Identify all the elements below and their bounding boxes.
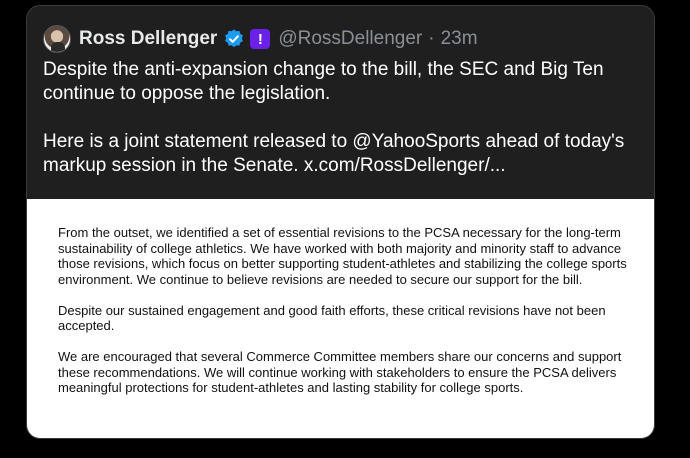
yahoo-sports-badge-icon[interactable]: !: [250, 29, 271, 49]
statement-text: From the outset, we identified a set of …: [58, 225, 633, 396]
tweet-link[interactable]: x.com/RossDellenger/...: [304, 155, 506, 176]
tweet-text: Despite the anti-expansion change to the…: [43, 58, 643, 178]
statement-paragraph-2: Despite our sustained engagement and goo…: [58, 302, 606, 334]
separator-dot: ·: [428, 28, 435, 49]
statement-image[interactable]: From the outset, we identified a set of …: [27, 199, 654, 438]
handle[interactable]: @RossDellenger: [278, 28, 422, 50]
verified-badge-icon: [225, 29, 244, 48]
statement-paragraph-1: From the outset, we identified a set of …: [58, 225, 627, 287]
display-name[interactable]: Ross Dellenger: [79, 28, 217, 50]
tweet-paragraph-2: Here is a joint statement released to @Y…: [43, 130, 643, 178]
statement-paragraph-3: We are encouraged that several Commerce …: [58, 349, 622, 395]
tweet-header: Ross Dellenger ! @RossDellenger · 23m: [43, 22, 478, 56]
tweet-card[interactable]: Ross Dellenger ! @RossDellenger · 23m De…: [26, 5, 655, 439]
avatar[interactable]: [43, 25, 71, 53]
tweet-paragraph-1: Despite the anti-expansion change to the…: [43, 59, 604, 104]
timestamp[interactable]: 23m: [441, 28, 478, 50]
